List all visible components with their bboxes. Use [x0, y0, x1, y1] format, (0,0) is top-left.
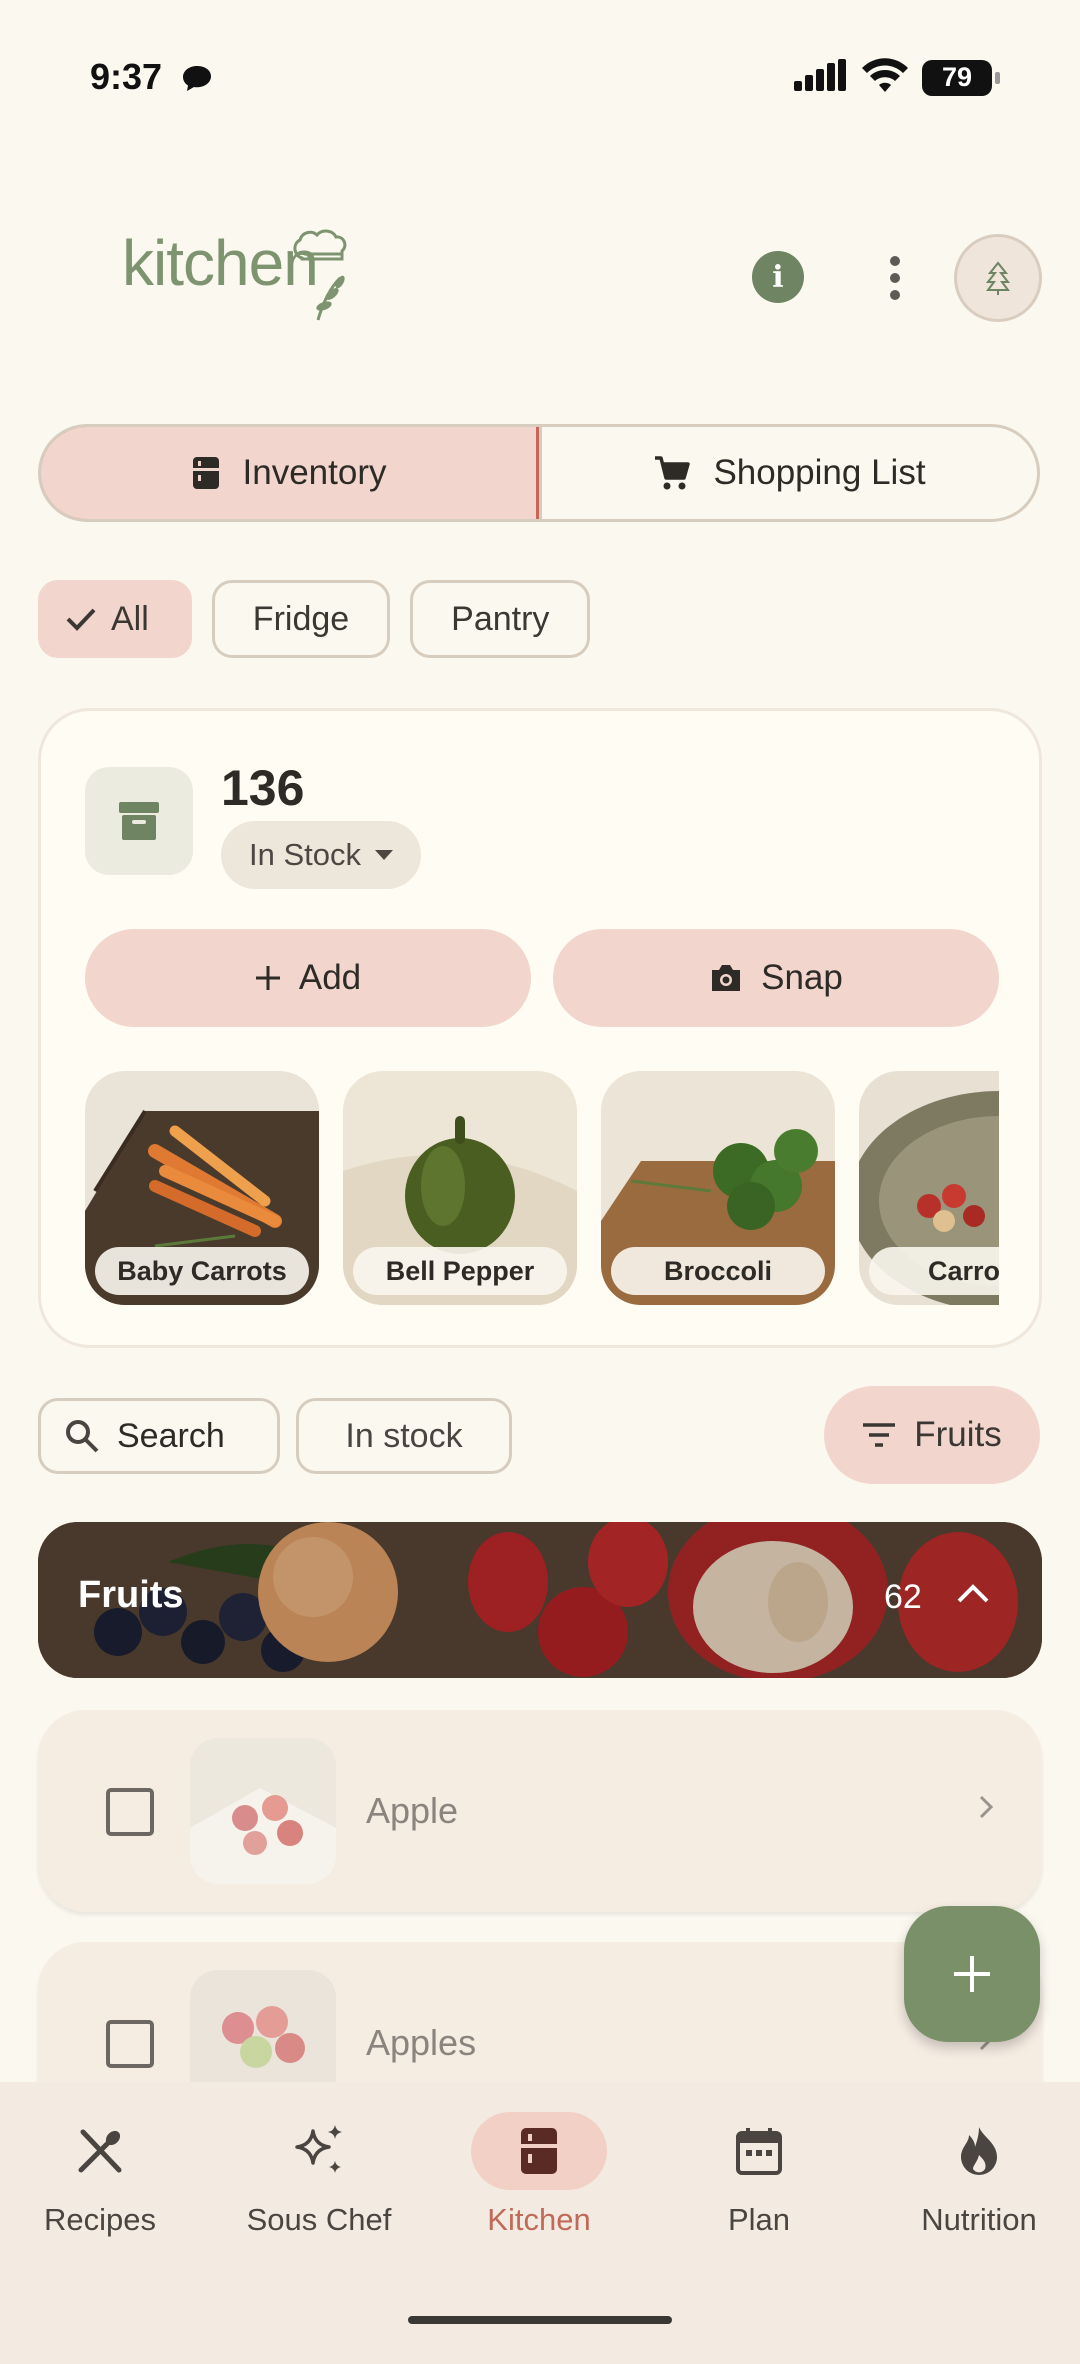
utensils-icon	[32, 2112, 168, 2190]
search-icon	[66, 1420, 99, 1453]
location-filters: All Fridge Pantry	[38, 580, 591, 658]
nav-plan[interactable]: Plan	[659, 2112, 859, 2238]
status-time: 9:37	[90, 56, 163, 97]
filter-chip-label: All	[111, 599, 149, 638]
add-fab-button[interactable]	[904, 1906, 1040, 2042]
add-item-button[interactable]: Add	[85, 929, 531, 1027]
item-name: Apples	[366, 2022, 477, 2063]
category-header-fruits[interactable]: Fruits 62	[38, 1522, 1042, 1678]
calendar-icon	[691, 2112, 827, 2190]
nav-nutrition[interactable]: Nutrition	[879, 2112, 1079, 2238]
tab-inventory[interactable]: Inventory	[41, 427, 539, 519]
item-name: Apple	[366, 1790, 459, 1831]
nav-recipes[interactable]: Recipes	[0, 2112, 200, 2238]
list-item[interactable]: Apple	[38, 1710, 1042, 1912]
search-button[interactable]: Search	[38, 1398, 280, 1474]
add-label: Add	[298, 958, 362, 997]
nav-label: Plan	[727, 2202, 791, 2237]
check-icon	[66, 608, 96, 631]
flame-icon	[911, 2112, 1047, 2190]
message-notification-icon	[182, 64, 212, 97]
tab-inventory-label: Inventory	[242, 453, 387, 492]
battery-icon: 79	[922, 59, 1000, 96]
chevron-right-icon	[978, 1794, 994, 1825]
in-stock-filter-chip[interactable]: In stock	[296, 1398, 512, 1474]
snap-photo-button[interactable]: Snap	[553, 929, 999, 1027]
recent-item-label: Baby Carrots	[95, 1247, 309, 1295]
tree-icon	[985, 261, 1011, 295]
item-checkbox[interactable]	[106, 2020, 154, 2068]
nav-label: Kitchen	[487, 2202, 591, 2237]
stock-status-dropdown[interactable]: In Stock	[221, 821, 421, 889]
recent-item-carrots[interactable]: Carrots	[859, 1071, 999, 1305]
home-indicator	[408, 2316, 672, 2324]
fridge-icon	[471, 2112, 607, 2190]
recent-item-label: Broccoli	[611, 1247, 825, 1295]
tab-shopping-list-label: Shopping List	[713, 453, 926, 492]
item-count: 136	[221, 760, 305, 816]
more-options-icon[interactable]	[880, 250, 910, 306]
view-toggle: Inventory Shopping List	[38, 424, 1040, 522]
plus-icon	[255, 966, 280, 990]
category-count: 62	[884, 1578, 922, 1616]
info-icon[interactable]: i	[752, 251, 804, 303]
stock-status-label: In Stock	[249, 837, 361, 872]
filter-chip-label: Fridge	[252, 599, 350, 638]
filter-chip-fridge[interactable]: Fridge	[211, 580, 391, 658]
nav-sous-chef[interactable]: Sous Chef	[219, 2112, 419, 2238]
fridge-icon	[192, 457, 219, 489]
nav-label: Nutrition	[921, 2202, 1037, 2237]
filter-chip-pantry[interactable]: Pantry	[410, 580, 591, 658]
category-filter-button[interactable]: Fruits	[824, 1386, 1040, 1484]
category-title: Fruits	[78, 1574, 184, 1616]
chef-hat-logo-icon	[288, 224, 358, 329]
tab-shopping-list[interactable]: Shopping List	[539, 427, 1037, 519]
profile-avatar[interactable]	[954, 234, 1042, 322]
signal-icon	[794, 59, 848, 96]
cart-icon	[655, 456, 691, 490]
category-filter-label: Fruits	[914, 1415, 1002, 1454]
archive-box-icon	[85, 767, 193, 875]
filter-chip-all[interactable]: All	[38, 580, 192, 658]
filter-chip-label: Pantry	[451, 599, 550, 638]
item-checkbox[interactable]	[106, 1788, 154, 1836]
recent-item-label: Bell Pepper	[353, 1247, 567, 1295]
filter-icon	[863, 1423, 896, 1447]
recent-item-bell-pepper[interactable]: Bell Pepper	[343, 1071, 577, 1305]
recent-item-baby-carrots[interactable]: Baby Carrots	[85, 1071, 319, 1305]
apple-image	[190, 1738, 336, 1884]
snap-label: Snap	[761, 958, 843, 997]
nav-label: Sous Chef	[246, 2202, 392, 2237]
camera-icon	[712, 965, 741, 991]
recent-item-label: Carrots	[869, 1247, 999, 1295]
plus-icon	[954, 1956, 990, 1992]
wifi-icon	[862, 58, 908, 97]
inventory-summary-card: 136 In Stock Add Snap Baby Carrots Bell …	[38, 708, 1042, 1348]
dropdown-arrow-icon	[375, 850, 393, 860]
search-label: Search	[117, 1416, 225, 1455]
chevron-up-icon[interactable]	[956, 1582, 990, 1609]
sparkles-icon	[251, 2112, 387, 2190]
recent-item-broccoli[interactable]: Broccoli	[601, 1071, 835, 1305]
status-bar: 9:37 79	[0, 0, 1080, 160]
nav-kitchen[interactable]: Kitchen	[439, 2112, 639, 2238]
in-stock-label: In stock	[345, 1416, 463, 1455]
recent-items-carousel: Baby Carrots Bell Pepper Broccoli Carro	[85, 1071, 999, 1307]
nav-label: Recipes	[44, 2202, 156, 2237]
